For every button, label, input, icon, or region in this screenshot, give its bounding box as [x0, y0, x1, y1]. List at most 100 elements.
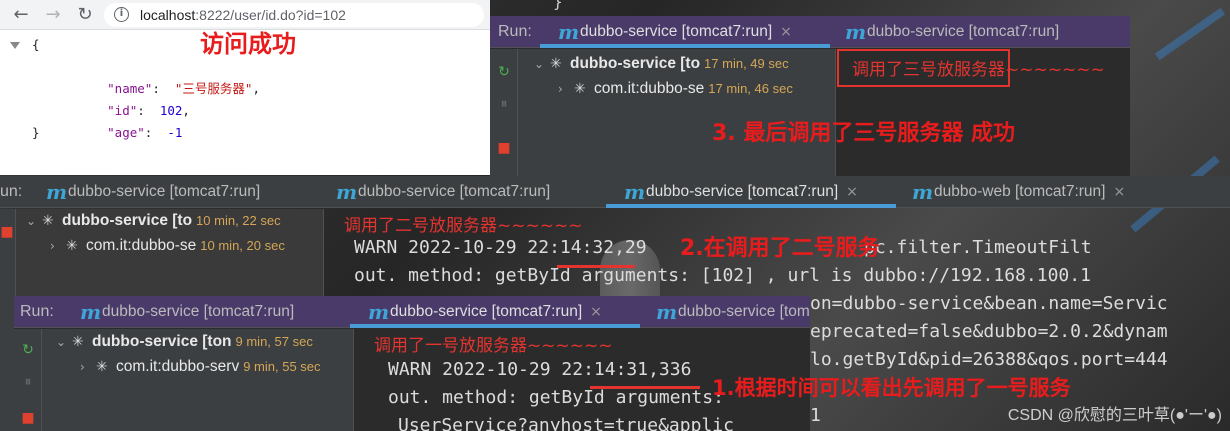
tree-item-module[interactable]: › ✳ com.it:dubbo-serv 9 min, 55 sec	[80, 356, 321, 378]
stop-icon[interactable]: ■	[495, 139, 513, 157]
console-warn-line: WARN 2022-10-29 22:14:31,336	[388, 359, 691, 380]
tree-item-module[interactable]: › ✳ com.it:dubbo-se 17 min, 46 sec	[558, 78, 793, 100]
run-label: Run:	[498, 23, 532, 40]
run-tab[interactable]: mdubbo-service [tomcat7:run]	[80, 296, 294, 328]
maven-icon: m	[656, 300, 678, 324]
tree-item-label: com.it:dubbo-se	[86, 237, 197, 254]
active-tab-indicator	[606, 204, 896, 208]
url-path: :8222/user/id.do?id=102	[195, 7, 346, 23]
spinner-icon: ✳	[96, 359, 108, 375]
tree-item-service[interactable]: ⌄ ✳ dubbo-service [to 17 min, 49 sec	[534, 53, 789, 75]
rerun-icon[interactable]: ↻	[19, 341, 37, 359]
spinner-icon: ✳	[574, 81, 586, 97]
collapse-triangle-icon[interactable]	[10, 42, 20, 49]
tab-label: dubbo-service [tomcat7:run]	[678, 303, 810, 320]
warn-prefix: WARN 2022-10-29	[354, 237, 528, 258]
spinner-icon: ✳	[550, 56, 562, 72]
maven-icon: m	[845, 20, 867, 44]
console-line: lo.getById&pid=26388&qos.port=444	[810, 349, 1168, 370]
console-warn-tail: pc.filter.TimeoutFilt	[864, 237, 1092, 258]
tree-item-label: dubbo-service [to	[62, 212, 193, 229]
run-tab[interactable]: mdubbo-service [tomcat7:run]	[46, 176, 260, 208]
chevron-right-icon[interactable]: ›	[80, 356, 96, 378]
pause-icon[interactable]: ⏸	[19, 373, 37, 391]
console-line: UserService?anyhost=true&applic	[398, 415, 734, 431]
info-icon[interactable]: i	[114, 7, 129, 22]
back-button[interactable]: ←	[10, 4, 32, 26]
tree-item-label: dubbo-service [to	[570, 55, 701, 72]
chevron-down-icon[interactable]: ⌄	[26, 210, 42, 232]
chevron-down-icon[interactable]: ⌄	[534, 53, 550, 75]
close-icon[interactable]: ×	[590, 304, 602, 320]
warn-prefix: WARN 2022-10-29	[388, 359, 562, 380]
background-decoration	[1154, 7, 1226, 61]
tree-item-label: dubbo-service [ton	[92, 333, 232, 350]
run-tab-bar: un: m dubbo-service [tomcat7:run] m dubbo-…	[0, 176, 1230, 208]
highlight-box	[837, 49, 1010, 87]
url-text[interactable]: localhost:8222/user/id.do?id=102	[140, 7, 346, 23]
close-icon[interactable]: ×	[1113, 184, 1125, 200]
run-tab[interactable]: m dubbo-web [tomcat7:run] ×	[912, 176, 1125, 208]
tree-item-module[interactable]: › ✳ com.it:dubbo-se 10 min, 20 sec	[50, 235, 285, 257]
json-colon: :	[144, 125, 168, 140]
tab-label: dubbo-service [tomcat7:run]	[646, 183, 839, 200]
pause-icon[interactable]: ⏸	[495, 95, 513, 113]
json-comma: ,	[182, 103, 190, 118]
console-line: eprecated=false&dubbo=2.0.2&dynam	[810, 321, 1168, 342]
tab-label: dubbo-service [tomcat7:run]	[358, 183, 551, 200]
run-toolbar: ↻ ⏸ ■	[14, 329, 42, 431]
spinner-icon: ✳	[72, 334, 84, 350]
reload-button[interactable]: ↻	[74, 4, 96, 26]
warn-time: 22:14:31	[561, 359, 649, 380]
console-line: on=dubbo-service&bean.name=Servic	[810, 293, 1168, 314]
chevron-down-icon[interactable]: ⌄	[56, 331, 72, 353]
json-close-brace: }	[32, 125, 40, 140]
stop-icon[interactable]: ■	[19, 409, 37, 427]
run-tab[interactable]: mdubbo-service [tomcat7:run]	[656, 296, 810, 328]
warn-rest: ,336	[648, 359, 692, 380]
tree-item-service[interactable]: ⌄ ✳ dubbo-service [to 10 min, 22 sec	[26, 210, 281, 232]
run-label: Run:	[20, 303, 54, 320]
console-line: 调用了一号放服务器~~~~~~	[374, 336, 613, 356]
tree-item-label: com.it:dubbo-serv	[116, 358, 240, 375]
run-panel-3: Run: m dubbo-service [tomcat7:run] × m dubb…	[490, 16, 1130, 176]
arrow-left-icon: ←	[13, 4, 29, 25]
underline-time-1	[590, 386, 700, 389]
run-tab[interactable]: mdubbo-service [tomcat7:run]	[336, 176, 550, 208]
stop-icon[interactable]: ■	[0, 223, 16, 241]
json-open-brace: {	[32, 37, 40, 52]
maven-icon: m	[46, 180, 68, 204]
browser-window: ← → ↻ i localhost:8222/user/id.do?id=102…	[0, 0, 490, 175]
watermark: CSDN @欣慰的三叶草(●'ー'●)	[1007, 407, 1222, 424]
console-line: 1	[810, 405, 821, 426]
annotation-step3: 3. 最后调用了三号服务器 成功	[712, 121, 1015, 146]
forward-button[interactable]: →	[42, 4, 64, 26]
json-key: "age"	[107, 125, 145, 140]
chevron-right-icon[interactable]: ›	[558, 78, 574, 100]
tab-label: dubbo-web [tomcat7:run]	[934, 183, 1106, 200]
arrow-right-icon: →	[45, 4, 61, 25]
tree-item-service[interactable]: ⌄ ✳ dubbo-service [ton 9 min, 57 sec	[56, 331, 313, 353]
active-tab-indicator	[350, 324, 640, 328]
spinner-icon: ✳	[66, 238, 78, 254]
tree-item-time: 17 min, 46 sec	[708, 81, 793, 96]
close-icon[interactable]: ×	[780, 24, 792, 40]
console-line: out. method: getById arguments: [102] , …	[354, 265, 1091, 286]
tree-item-label: com.it:dubbo-se	[594, 80, 705, 97]
run-tab-bar: Run: m dubbo-service [tomcat7:run] m dubbo…	[14, 296, 810, 328]
run-tree: ⌄ ✳ dubbo-service [to 10 min, 22 sec › ✳ com.…	[16, 209, 324, 299]
console-warn-line: WARN 2022-10-29 22:14:32,29	[354, 237, 647, 258]
tab-label: dubbo-service [tomcat7:run]	[580, 23, 773, 40]
rerun-icon[interactable]: ↻	[495, 63, 513, 81]
tree-item-time: 10 min, 22 sec	[196, 213, 281, 228]
tree-item-time: 17 min, 49 sec	[704, 56, 789, 71]
spinner-icon: ✳	[42, 213, 54, 229]
url-host: localhost	[140, 7, 196, 23]
close-icon[interactable]: ×	[846, 184, 858, 200]
editor-brace: }	[553, 0, 563, 11]
run-tab[interactable]: mdubbo-service [tomcat7:run]	[845, 16, 1059, 48]
console-line: 调用了二号放服务器~~~~~~	[344, 216, 583, 236]
annotation-step1: 1.根据时间可以看出先调用了一号服务	[712, 376, 1071, 400]
chevron-right-icon[interactable]: ›	[50, 235, 66, 257]
warn-time: 22:14:32	[527, 237, 615, 258]
